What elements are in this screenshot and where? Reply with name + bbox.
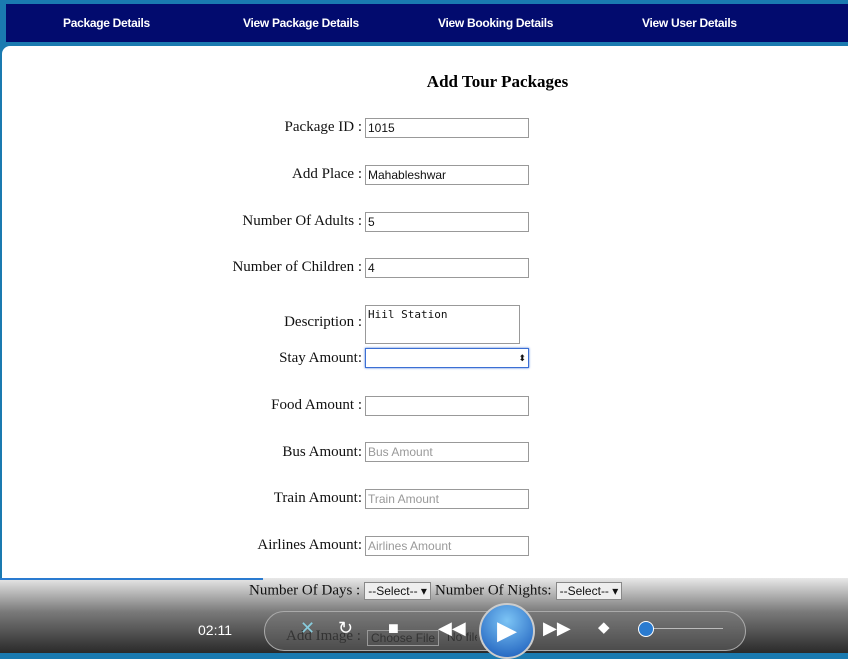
- bus-amount-label: Bus Amount:: [282, 444, 362, 460]
- food-amount-label: Food Amount :: [271, 397, 362, 413]
- nav-view-package-details[interactable]: View Package Details: [243, 16, 359, 30]
- top-nav: Package Details View Package Details Vie…: [6, 4, 848, 42]
- package-id-input[interactable]: 1015: [365, 118, 529, 138]
- repeat-icon[interactable]: ↻: [338, 618, 353, 639]
- place-label: Add Place :: [292, 166, 362, 182]
- description-label: Description :: [284, 314, 362, 330]
- choose-file-button[interactable]: Choose File: [367, 630, 440, 646]
- volume-icon[interactable]: ◆: [598, 618, 610, 637]
- volume-handle[interactable]: [638, 621, 654, 637]
- nights-label: Number Of Nights:: [434, 582, 552, 599]
- days-nights-row: Number Of Days : --Select-- ▾ Number Of Ni…: [249, 582, 626, 600]
- bus-amount-input[interactable]: Bus Amount: [365, 442, 529, 462]
- children-input[interactable]: 4: [365, 258, 529, 278]
- days-select[interactable]: --Select-- ▾: [364, 582, 431, 600]
- adults-input[interactable]: 5: [365, 212, 529, 232]
- nav-package-details[interactable]: Package Details: [63, 16, 150, 30]
- description-textarea[interactable]: Hiil Station: [365, 305, 520, 344]
- place-input[interactable]: Mahableshwar: [365, 165, 529, 185]
- nights-select[interactable]: --Select-- ▾: [555, 582, 623, 600]
- page-title: Add Tour Packages: [426, 72, 569, 91]
- stop-icon[interactable]: ■: [388, 618, 399, 639]
- nights-selected: --Select--: [559, 584, 609, 598]
- nav-view-user-details[interactable]: View User Details: [642, 16, 737, 30]
- airlines-amount-label: Airlines Amount:: [257, 537, 362, 553]
- package-id-label: Package ID :: [284, 119, 362, 135]
- stay-amount-label: Stay Amount:: [279, 350, 362, 366]
- food-amount-input[interactable]: [365, 396, 529, 416]
- days-selected: --Select--: [368, 584, 418, 598]
- volume-slider[interactable]: [645, 628, 723, 629]
- adults-label: Number Of Adults :: [242, 213, 362, 229]
- days-label: Number Of Days :: [249, 582, 361, 599]
- media-player-bar: Number Of Days : --Select-- ▾ Number Of Ni…: [0, 578, 848, 653]
- play-button[interactable]: ▶: [479, 603, 535, 659]
- airlines-amount-input[interactable]: Airlines Amount: [365, 536, 529, 556]
- fast-forward-icon[interactable]: ▶▶: [543, 618, 571, 639]
- train-amount-label: Train Amount:: [273, 490, 362, 506]
- playback-progress[interactable]: [0, 578, 263, 580]
- shuffle-icon[interactable]: ✕: [300, 618, 315, 639]
- rewind-icon[interactable]: ◀◀: [438, 618, 466, 639]
- nav-view-booking-details[interactable]: View Booking Details: [438, 16, 553, 30]
- children-label: Number of Children :: [232, 259, 362, 275]
- playback-time: 02:11: [198, 622, 232, 638]
- spinner-icon[interactable]: ⬍: [518, 349, 526, 367]
- train-amount-input[interactable]: Train Amount: [365, 489, 529, 509]
- play-icon: ▶: [497, 616, 517, 645]
- stay-amount-input[interactable]: ⬍: [365, 348, 529, 368]
